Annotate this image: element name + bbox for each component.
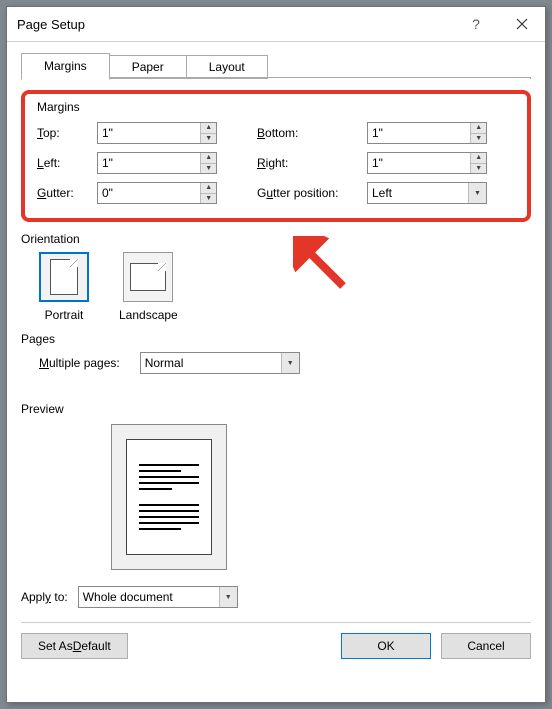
left-label: Left:	[37, 156, 97, 170]
dialog-button-row: Set As Default OK Cancel	[21, 633, 531, 659]
gutter-position-value: Left	[368, 186, 468, 200]
top-margin-spinner[interactable]: ▲▼	[97, 122, 217, 144]
spinner-arrows-icon[interactable]: ▲▼	[470, 123, 486, 143]
spinner-arrows-icon[interactable]: ▲▼	[200, 123, 216, 143]
spinner-arrows-icon[interactable]: ▲▼	[200, 153, 216, 173]
gutter-label: Gutter:	[37, 186, 97, 200]
preview-page-icon	[126, 439, 212, 555]
spinner-arrows-icon[interactable]: ▲▼	[470, 153, 486, 173]
apply-to-label: Apply to:	[21, 590, 68, 604]
multiple-pages-value: Normal	[141, 356, 281, 370]
right-margin-spinner[interactable]: ▲▼	[367, 152, 487, 174]
multiple-pages-select[interactable]: Normal ▼	[140, 352, 300, 374]
separator	[21, 622, 531, 623]
spinner-arrows-icon[interactable]: ▲▼	[200, 183, 216, 203]
top-label: Top:	[37, 126, 97, 140]
close-button[interactable]	[499, 7, 545, 41]
multiple-pages-label: Multiple pages:	[39, 356, 120, 370]
bottom-label: Bottom:	[257, 126, 367, 140]
tab-margins[interactable]: Margins	[21, 53, 110, 80]
set-as-default-button[interactable]: Set As Default	[21, 633, 128, 659]
bottom-margin-input[interactable]	[368, 123, 470, 143]
gutter-position-label: Gutter position:	[257, 186, 367, 200]
gutter-position-select[interactable]: Left ▼	[367, 182, 487, 204]
apply-to-row: Apply to: Whole document ▼	[21, 586, 531, 608]
gutter-input[interactable]	[98, 183, 200, 203]
portrait-label: Portrait	[45, 308, 84, 322]
orientation-title: Orientation	[21, 232, 531, 246]
right-label: Right:	[257, 156, 367, 170]
cancel-button[interactable]: Cancel	[441, 633, 531, 659]
preview-title: Preview	[21, 402, 531, 416]
top-margin-input[interactable]	[98, 123, 200, 143]
landscape-label: Landscape	[119, 308, 178, 322]
pages-title: Pages	[21, 332, 531, 346]
chevron-down-icon[interactable]: ▼	[219, 587, 237, 607]
apply-to-value: Whole document	[79, 590, 219, 604]
tab-paper[interactable]: Paper	[109, 55, 187, 79]
preview-box	[111, 424, 227, 570]
right-margin-input[interactable]	[368, 153, 470, 173]
titlebar: Page Setup ?	[7, 7, 545, 41]
left-margin-spinner[interactable]: ▲▼	[97, 152, 217, 174]
window-title: Page Setup	[17, 17, 85, 32]
left-margin-input[interactable]	[98, 153, 200, 173]
chevron-down-icon[interactable]: ▼	[468, 183, 486, 203]
ok-button[interactable]: OK	[341, 633, 431, 659]
apply-to-select[interactable]: Whole document ▼	[78, 586, 238, 608]
help-button[interactable]: ?	[453, 7, 499, 41]
orientation-section: Orientation Portrait Landscape	[21, 232, 531, 322]
landscape-icon	[123, 252, 173, 302]
preview-section: Preview	[21, 402, 531, 570]
margins-highlight-box: Margins Top: ▲▼ Bottom: ▲▼ Left: ▲▼	[21, 90, 531, 222]
pages-section: Pages Multiple pages: Normal ▼	[21, 332, 531, 374]
tab-strip: Margins Paper Layout	[21, 52, 531, 79]
chevron-down-icon[interactable]: ▼	[281, 353, 299, 373]
bottom-margin-spinner[interactable]: ▲▼	[367, 122, 487, 144]
portrait-icon	[39, 252, 89, 302]
tab-layout[interactable]: Layout	[186, 55, 268, 79]
margins-group-title: Margins	[37, 100, 515, 114]
orientation-portrait[interactable]: Portrait	[39, 252, 89, 322]
gutter-spinner[interactable]: ▲▼	[97, 182, 217, 204]
page-setup-dialog: Page Setup ? Margins Paper Layout Margin…	[6, 6, 546, 703]
orientation-landscape[interactable]: Landscape	[119, 252, 178, 322]
